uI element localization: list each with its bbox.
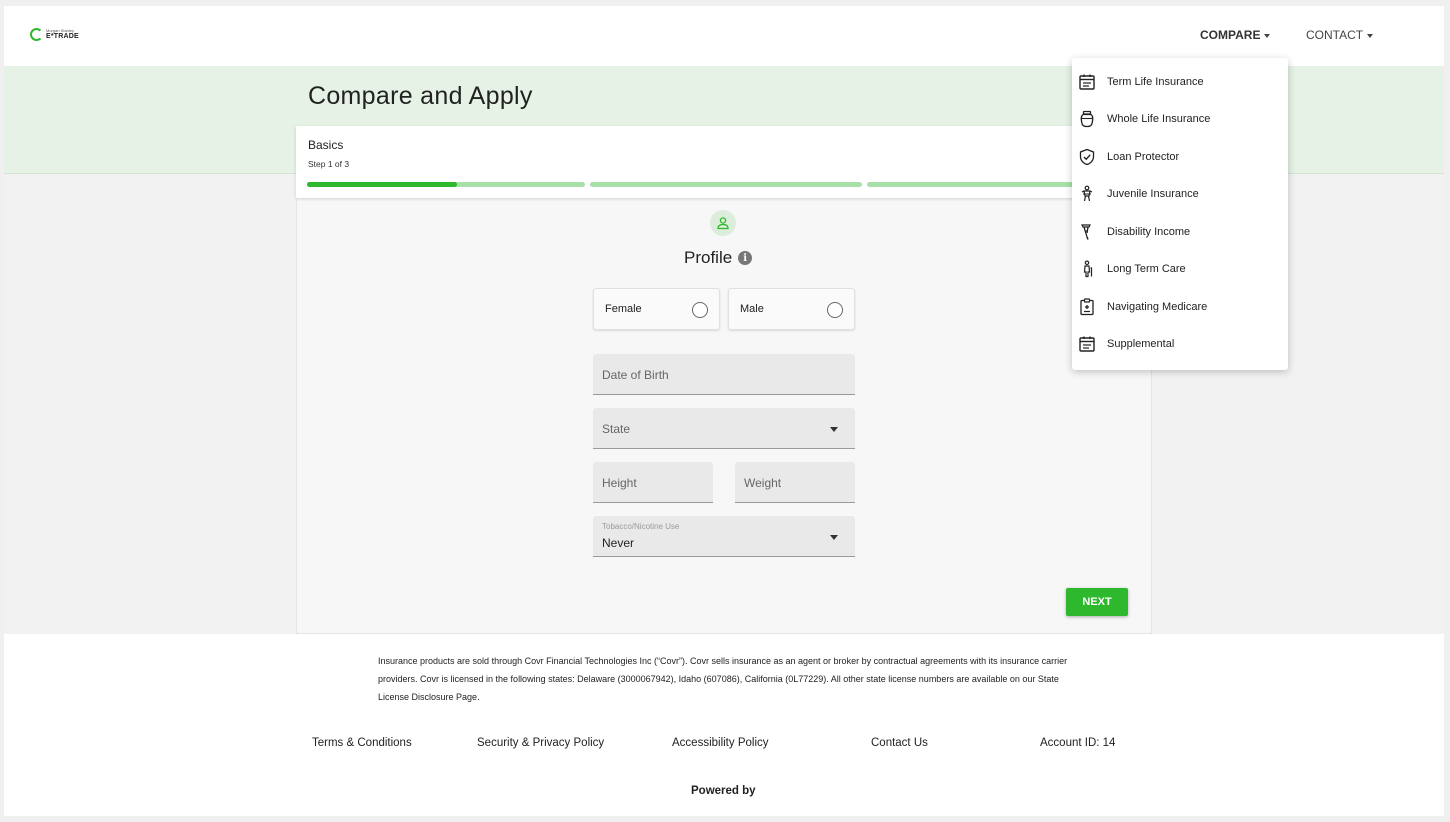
calendar-list-icon xyxy=(1079,74,1095,90)
height-field[interactable]: Height xyxy=(593,462,713,503)
progress-fill xyxy=(307,182,458,187)
nav-contact[interactable]: CONTACT xyxy=(1306,28,1374,42)
state-placeholder: State xyxy=(602,422,631,436)
weight-placeholder: Weight xyxy=(744,476,782,490)
cane-person-icon xyxy=(1083,260,1093,278)
menu-item-juvenile[interactable]: Juvenile Insurance xyxy=(1072,177,1288,211)
disclaimer-text: Insurance products are sold through Covr… xyxy=(378,652,1078,706)
date-of-birth-field[interactable]: Date of Birth xyxy=(593,354,855,395)
tobacco-label: Tobacco/Nicotine Use xyxy=(602,522,680,531)
footer-link-contact[interactable]: Contact Us xyxy=(871,737,928,749)
caret-down-icon xyxy=(830,535,838,540)
logo-text: Morgan Stanley E*TRADE xyxy=(46,29,79,41)
disclaimer-body: Insurance products are sold through Covr… xyxy=(378,656,1068,684)
profile-heading: Profile i xyxy=(684,248,753,268)
menu-item-label: Navigating Medicare xyxy=(1107,301,1208,313)
account-id: Account ID: 14 xyxy=(1040,737,1116,749)
caret-down-icon xyxy=(1264,33,1271,38)
gender-option-male[interactable]: Male xyxy=(728,288,855,330)
nav-compare-label: COMPARE xyxy=(1200,28,1261,42)
person-icon xyxy=(717,217,729,230)
footer-link-terms[interactable]: Terms & Conditions xyxy=(312,737,412,749)
user-avatar-icon xyxy=(710,210,736,236)
footer-link-accessibility[interactable]: Accessibility Policy xyxy=(672,737,769,749)
menu-item-label: Juvenile Insurance xyxy=(1107,188,1199,200)
radio-button[interactable] xyxy=(827,302,843,318)
logo-main-text: E*TRADE xyxy=(46,33,79,40)
menu-item-disability[interactable]: Disability Income xyxy=(1072,215,1288,249)
progress-segment-1 xyxy=(307,182,585,187)
date-of-birth-placeholder: Date of Birth xyxy=(602,368,669,382)
child-icon xyxy=(1081,185,1093,202)
nav-contact-label: CONTACT xyxy=(1306,28,1364,42)
calendar-list-icon xyxy=(1079,336,1095,352)
gender-label: Male xyxy=(740,303,764,315)
next-button[interactable]: NEXT xyxy=(1066,588,1128,616)
menu-item-label: Loan Protector xyxy=(1107,151,1180,163)
tobacco-value: Never xyxy=(602,536,635,550)
caret-down-icon xyxy=(830,427,838,432)
profile-title: Profile xyxy=(684,248,733,267)
compare-dropdown-menu: Term Life Insurance Whole Life Insurance… xyxy=(1072,58,1288,370)
step-progress-card: Basics Step 1 of 3 xyxy=(296,126,1152,198)
menu-item-label: Whole Life Insurance xyxy=(1107,113,1211,125)
caret-down-icon xyxy=(1367,33,1374,38)
menu-item-whole-life[interactable]: Whole Life Insurance xyxy=(1072,102,1288,136)
clipboard-icon xyxy=(1080,298,1094,316)
powered-by: Powered by xyxy=(691,785,756,797)
menu-item-term-life[interactable]: Term Life Insurance xyxy=(1072,65,1288,99)
state-select[interactable]: State xyxy=(593,408,855,449)
menu-item-loan-protector[interactable]: Loan Protector xyxy=(1072,140,1288,174)
step-subtitle: Step 1 of 3 xyxy=(308,159,350,169)
disclaimer-end: . xyxy=(477,692,480,702)
menu-item-medicare[interactable]: Navigating Medicare xyxy=(1072,290,1288,324)
gender-label: Female xyxy=(605,303,642,315)
etrade-logo[interactable]: Morgan Stanley E*TRADE xyxy=(30,28,79,41)
info-icon[interactable]: i xyxy=(738,251,753,265)
weight-field[interactable]: Weight xyxy=(735,462,855,503)
menu-item-supplemental[interactable]: Supplemental xyxy=(1072,327,1288,361)
jar-icon xyxy=(1080,110,1094,128)
menu-item-label: Supplemental xyxy=(1107,338,1175,350)
app-frame: Morgan Stanley E*TRADE COMPARE CONTACT C… xyxy=(4,6,1444,816)
top-header: Morgan Stanley E*TRADE COMPARE CONTACT xyxy=(4,6,1444,66)
logo-ring-icon xyxy=(30,28,43,41)
height-placeholder: Height xyxy=(602,476,637,490)
page-title: Compare and Apply xyxy=(308,82,533,110)
shield-check-icon xyxy=(1079,148,1095,166)
gender-option-female[interactable]: Female xyxy=(593,288,720,330)
menu-item-label: Disability Income xyxy=(1107,226,1191,238)
crutch-icon xyxy=(1081,224,1091,240)
radio-button[interactable] xyxy=(692,302,708,318)
nav-compare[interactable]: COMPARE xyxy=(1200,28,1271,42)
menu-item-label: Term Life Insurance xyxy=(1107,76,1204,88)
step-title: Basics xyxy=(308,138,344,152)
footer-link-privacy[interactable]: Security & Privacy Policy xyxy=(477,737,604,749)
menu-item-long-term-care[interactable]: Long Term Care xyxy=(1072,252,1288,286)
tobacco-select[interactable]: Tobacco/Nicotine Use Never xyxy=(593,516,855,557)
menu-item-label: Long Term Care xyxy=(1107,263,1186,275)
progress-segment-2 xyxy=(590,182,862,187)
